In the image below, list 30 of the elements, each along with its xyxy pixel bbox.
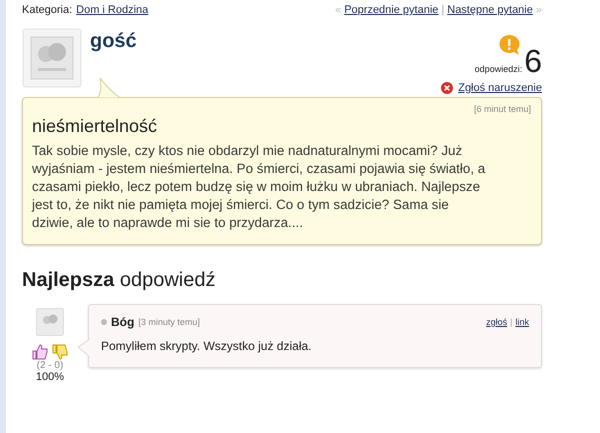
question-time: [6 minut temu] <box>472 104 531 114</box>
question-text: Tak sobie mysle, czy ktos nie obdarzyl mie nadnaturalnymi mocami? Już wyjaśniam - jestem nieśmiertelna. Po śmierci, czasami pojawia się światło, a czasami piekło, lecz potem budzę się w moim łużku w ubraniach. Najlepsze jest to, że nikt nie pamięta mojej śmierci. Co o tym sadzicie? Sama sie dziwie, ale to naprawde mi sie to przydarza.... <box>32 142 486 232</box>
close-icon <box>441 82 454 94</box>
speech-bubble-icon <box>498 34 520 56</box>
separator: | <box>510 317 512 327</box>
report-link[interactable]: zgłoś <box>486 317 508 327</box>
answer-link[interactable]: link <box>515 317 529 327</box>
avatar-icon <box>22 28 82 88</box>
previous-question-link[interactable]: Poprzednie pytanie <box>344 4 438 16</box>
report-link[interactable]: Zgłoś naruszenie <box>458 82 542 94</box>
thumbs-up-icon[interactable] <box>32 344 48 360</box>
next-mark: » <box>536 4 542 16</box>
answers-label: odpowiedzi: <box>474 64 522 74</box>
answer-time: [3 minuty temu] <box>138 317 200 327</box>
vote-count: (2 - 0) <box>36 360 64 371</box>
vote-percent: 100% <box>36 371 64 383</box>
thumbs-down-icon[interactable] <box>52 344 68 360</box>
category-label: Kategoria: <box>22 4 72 16</box>
separator: | <box>441 4 444 16</box>
bullet-icon <box>101 319 107 325</box>
category-link[interactable]: Dom i Rodzina <box>76 4 148 16</box>
answer-text: Pomyliłem skrypty. Wszystko już działa. <box>101 339 312 353</box>
next-question-link[interactable]: Następne pytanie <box>447 4 533 16</box>
answers-count: 6 <box>524 44 542 78</box>
author-name: gość <box>90 30 137 53</box>
question-title: nieśmiertelność <box>32 116 158 137</box>
best-answer-heading: Najlepsza odpowiedź <box>22 269 216 292</box>
prev-mark: « <box>335 4 342 16</box>
answer-author: Bóg <box>111 315 134 329</box>
avatar-icon <box>36 308 64 336</box>
